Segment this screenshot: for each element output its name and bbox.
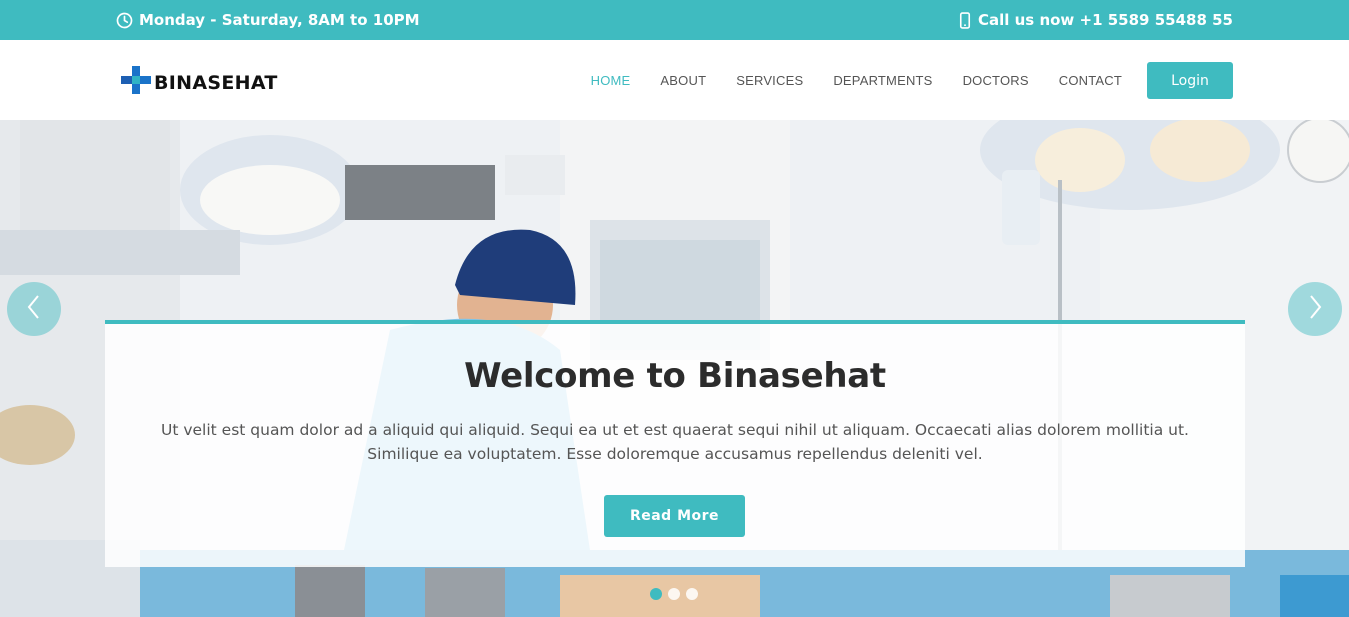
carousel-indicator-2[interactable] [668, 588, 680, 600]
login-button[interactable]: Login [1147, 62, 1233, 99]
clock-icon [116, 12, 133, 29]
chevron-right-icon [1305, 292, 1325, 327]
read-more-button[interactable]: Read More [604, 495, 745, 537]
business-hours: Monday - Saturday, 8AM to 10PM [116, 0, 420, 40]
business-hours-text: Monday - Saturday, 8AM to 10PM [139, 11, 420, 29]
site-header: BINASEHAT HOME ABOUT SERVICES DEPARTMENT… [0, 40, 1349, 120]
hero-caption: Welcome to Binasehat Ut velit est quam d… [105, 320, 1245, 567]
nav-item-contact[interactable]: CONTACT [1059, 63, 1122, 99]
hero-description: Ut velit est quam dolor ad a aliquid qui… [160, 421, 1189, 463]
nav-item-doctors[interactable]: DOCTORS [963, 63, 1029, 99]
chevron-left-icon [24, 292, 44, 327]
main-nav: HOME ABOUT SERVICES DEPARTMENTS DOCTORS … [561, 62, 1233, 99]
brand-name: BINASEHAT [154, 71, 278, 94]
medical-cross-icon [120, 65, 152, 100]
nav-item-home[interactable]: HOME [591, 63, 631, 99]
carousel-indicator-3[interactable] [686, 588, 698, 600]
brand-logo[interactable]: BINASEHAT [120, 65, 278, 100]
nav-item-about[interactable]: ABOUT [660, 63, 706, 99]
carousel-next-button[interactable] [1288, 282, 1342, 336]
top-bar: Monday - Saturday, 8AM to 10PM Call us n… [0, 0, 1349, 40]
carousel-prev-button[interactable] [7, 282, 61, 336]
nav-item-services[interactable]: SERVICES [736, 63, 803, 99]
phone-contact: Call us now +1 5589 55488 55 [958, 0, 1233, 40]
carousel-indicator-1[interactable] [650, 588, 662, 600]
carousel-indicators [650, 588, 698, 600]
mobile-phone-icon [958, 11, 972, 29]
hero-title: Welcome to Binasehat [464, 356, 886, 396]
hero-carousel: Welcome to Binasehat Ut velit est quam d… [0, 120, 1349, 617]
phone-text[interactable]: Call us now +1 5589 55488 55 [978, 11, 1233, 29]
nav-item-departments[interactable]: DEPARTMENTS [833, 63, 932, 99]
